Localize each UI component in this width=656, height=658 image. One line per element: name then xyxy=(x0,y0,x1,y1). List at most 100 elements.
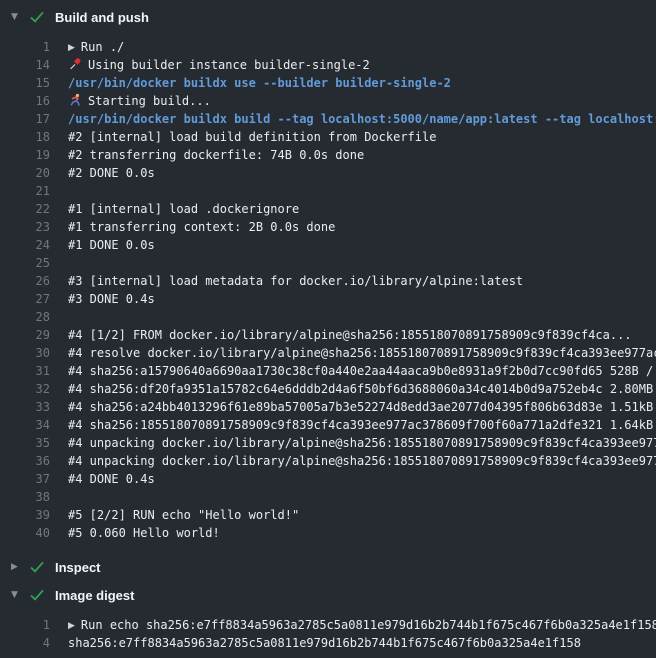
line-text: /usr/bin/docker buildx build --tag local… xyxy=(68,112,656,126)
line-text: #2 DONE 0.0s xyxy=(68,166,155,180)
line-number[interactable]: 22 xyxy=(0,200,50,218)
expand-run-icon[interactable]: ▶ xyxy=(68,39,75,56)
line-number[interactable]: 31 xyxy=(0,362,50,380)
line-number[interactable]: 24 xyxy=(0,236,50,254)
log-line-text: sha256:e7ff8834a5963a2785c5a0811e979d16b… xyxy=(68,634,656,652)
line-number[interactable]: 1 xyxy=(0,616,50,634)
log-line-text: #1 DONE 0.0s xyxy=(68,236,656,254)
log-line: 40#5 0.060 Hello world! xyxy=(0,524,656,542)
line-number[interactable]: 34 xyxy=(0,416,50,434)
log-line: 18 #2 [internal] load build definition fr… xyxy=(0,128,656,146)
line-number[interactable]: 26 xyxy=(0,272,50,290)
log-line-text: #4 sha256:df20fa9351a15782c64e6dddb2d4a6… xyxy=(68,380,656,398)
log-lines: 1▶Run ./14Using builder instance builder… xyxy=(0,38,656,542)
line-number[interactable]: 20 xyxy=(0,164,50,182)
log-line-text: #4 resolve docker.io/library/alpine@sha2… xyxy=(68,344,656,362)
log-line: 32 #4 sha256:df20fa9351a15782c64e6dddb2d4… xyxy=(0,380,656,398)
line-number[interactable]: 17 xyxy=(0,110,50,128)
line-text: #5 [2/2] RUN echo "Hello world!" xyxy=(68,508,299,522)
line-number[interactable]: 21 xyxy=(0,182,50,200)
log-line-text: #4 sha256:a15790640a6690aa1730c38cf0a440… xyxy=(68,362,656,380)
section-header-image-digest[interactable]: ▼ Image digest xyxy=(0,581,656,609)
line-number[interactable]: 40 xyxy=(0,524,50,542)
log-line-text: #2 DONE 0.0s xyxy=(68,164,656,182)
log-line-text: #4 [1/2] FROM docker.io/library/alpine@s… xyxy=(68,326,656,344)
line-text: /usr/bin/docker buildx use --builder bui… xyxy=(68,76,451,90)
line-number[interactable]: 29 xyxy=(0,326,50,344)
workflow-log-viewer: ▼Build and push1▶Run ./14Using builder i… xyxy=(0,0,656,652)
chevron-right-icon[interactable]: ▶ xyxy=(11,563,30,572)
section-title: Image digest xyxy=(55,588,134,603)
log-line: 4 sha256:e7ff8834a5963a2785c5a0811e979d16… xyxy=(0,634,656,652)
line-number[interactable]: 16 xyxy=(0,92,50,110)
line-number[interactable]: 15 xyxy=(0,74,50,92)
line-number[interactable]: 33 xyxy=(0,398,50,416)
log-line-text: #5 [2/2] RUN echo "Hello world!" xyxy=(68,506,656,524)
line-number[interactable]: 37 xyxy=(0,470,50,488)
section-title: Inspect xyxy=(55,560,101,575)
line-text: sha256:e7ff8834a5963a2785c5a0811e979d16b… xyxy=(68,636,581,650)
log-line: 36 #4 unpacking docker.io/library/alpine@… xyxy=(0,452,656,470)
log-line: 19 #2 transferring dockerfile: 74B 0.0s d… xyxy=(0,146,656,164)
line-number[interactable]: 30 xyxy=(0,344,50,362)
log-line: 33 #4 sha256:a24bb4013296f61e89ba57005a7b… xyxy=(0,398,656,416)
log-line-text: Using builder instance builder-single-2 xyxy=(68,56,656,74)
line-number[interactable]: 18 xyxy=(0,128,50,146)
log-line-text: #2 [internal] load build definition from… xyxy=(68,128,656,146)
expand-run-icon[interactable]: ▶ xyxy=(68,617,75,634)
log-line: 31 #4 sha256:a15790640a6690aa1730c38cf0a4… xyxy=(0,362,656,380)
section-header-inspect[interactable]: ▶ Inspect xyxy=(0,553,656,581)
command-line-text: /usr/bin/docker buildx use --builder bui… xyxy=(68,74,656,92)
log-section-image-digest: ▼ Image digest 1 ▶ Run echo sha256:e7ff8834a… xyxy=(0,581,656,652)
log-line: 27 #3 DONE 0.4s xyxy=(0,290,656,308)
log-line-text: #3 DONE 0.4s xyxy=(68,290,656,308)
line-number[interactable]: 36 xyxy=(0,452,50,470)
line-text: #4 sha256:a24bb4013296f61e89ba57005a7b3e… xyxy=(68,400,656,414)
log-line-text: Starting build... xyxy=(68,92,656,110)
line-text: #1 [internal] load .dockerignore xyxy=(68,202,299,216)
line-text: #1 DONE 0.0s xyxy=(68,238,155,252)
log-lines: 1 ▶ Run echo sha256:e7ff8834a5963a2785c5a0… xyxy=(0,616,656,652)
line-text: #2 [internal] load build definition from… xyxy=(68,130,436,144)
log-line-text: #1 [internal] load .dockerignore xyxy=(68,200,656,218)
line-number[interactable]: 38 xyxy=(0,488,50,506)
pushpin-icon xyxy=(68,57,82,71)
log-line-text: #2 transferring dockerfile: 74B 0.0s don… xyxy=(68,146,656,164)
line-text: #4 unpacking docker.io/library/alpine@sh… xyxy=(68,454,656,468)
log-line: 22 #1 [internal] load .dockerignore xyxy=(0,200,656,218)
success-check-icon xyxy=(30,11,55,23)
log-line: 35#4 unpacking docker.io/library/alpine@… xyxy=(0,434,656,452)
log-line-text: #1 transferring context: 2B 0.0s done xyxy=(68,218,656,236)
line-number[interactable]: 23 xyxy=(0,218,50,236)
line-number[interactable]: 35 xyxy=(0,434,50,452)
line-number[interactable]: 19 xyxy=(0,146,50,164)
log-line: 15/usr/bin/docker buildx use --builder b… xyxy=(0,74,656,92)
line-number[interactable]: 27 xyxy=(0,290,50,308)
line-number[interactable]: 4 xyxy=(0,634,50,652)
section-header-build-and-push[interactable]: ▼ Build and push xyxy=(0,3,656,31)
log-line: 21 xyxy=(0,182,656,200)
log-line: 1▶Run ./ xyxy=(0,38,656,56)
line-text: #3 DONE 0.4s xyxy=(68,292,155,306)
line-text: #1 transferring context: 2B 0.0s done xyxy=(68,220,335,234)
log-line: 23 #1 transferring context: 2B 0.0s done xyxy=(0,218,656,236)
log-line: 17/usr/bin/docker buildx build --tag loc… xyxy=(0,110,656,128)
line-number[interactable]: 1 xyxy=(0,38,50,56)
chevron-down-icon[interactable]: ▼ xyxy=(11,13,30,22)
line-number[interactable]: 25 xyxy=(0,254,50,272)
line-number[interactable]: 39 xyxy=(0,506,50,524)
line-text: Starting build... xyxy=(88,94,211,108)
log-line: 28 xyxy=(0,308,656,326)
section-title: Build and push xyxy=(55,10,149,25)
success-check-icon xyxy=(30,589,55,601)
log-line: 26#3 [internal] load metadata for docker… xyxy=(0,272,656,290)
log-line: 16 Starting build... xyxy=(0,92,656,110)
line-number[interactable]: 28 xyxy=(0,308,50,326)
line-number[interactable]: 14 xyxy=(0,56,50,74)
line-number[interactable]: 32 xyxy=(0,380,50,398)
chevron-down-icon[interactable]: ▼ xyxy=(11,591,30,600)
log-line: 34 #4 sha256:185518070891758909c9f839cf4c… xyxy=(0,416,656,434)
log-line-text: ▶ Run echo sha256:e7ff8834a5963a2785c5a08… xyxy=(68,616,656,634)
log-line-text: #4 sha256:185518070891758909c9f839cf4ca3… xyxy=(68,416,656,434)
line-text: Run echo sha256:e7ff8834a5963a2785c5a081… xyxy=(81,618,656,632)
